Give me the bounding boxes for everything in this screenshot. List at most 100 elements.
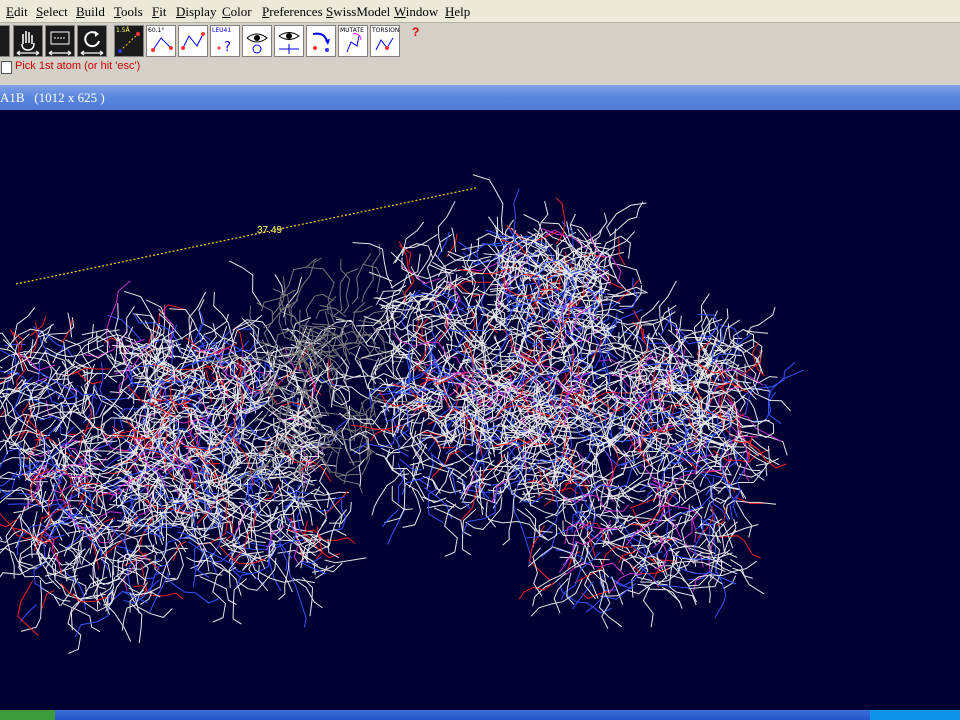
partial-tool-button[interactable]: [0, 25, 10, 57]
superpose-button[interactable]: [306, 25, 336, 57]
status-line: Pick 1st atom (or hit 'esc'): [0, 59, 960, 76]
bond: [280, 257, 322, 311]
bond: [642, 586, 654, 628]
bond: [708, 575, 715, 603]
separator: [0, 76, 960, 85]
menu-help[interactable]: Help: [445, 4, 470, 20]
bond: [162, 446, 210, 459]
bond: [768, 369, 804, 399]
angle-label: 60.1°: [148, 27, 165, 34]
bond: [585, 212, 608, 243]
center-atom-button[interactable]: [274, 25, 304, 57]
bond: [19, 604, 37, 623]
superpose-icon: [312, 32, 330, 52]
translate-button[interactable]: [13, 25, 43, 57]
svg-text:?: ?: [224, 40, 231, 55]
menu-edit[interactable]: Edit: [6, 4, 28, 20]
help-button[interactable]: ?: [412, 25, 426, 39]
bond: [485, 501, 497, 528]
rotate-icon: [80, 31, 104, 56]
bond: [637, 300, 660, 335]
bond: [677, 567, 713, 575]
bond: [288, 563, 307, 628]
bond: [263, 305, 292, 347]
torsion-button[interactable]: TORSION: [370, 25, 400, 57]
bond: [256, 302, 274, 329]
bond: [232, 578, 248, 625]
bond: [659, 280, 677, 332]
bond: [530, 578, 584, 617]
bond: [77, 581, 87, 595]
bond: [391, 485, 413, 511]
bond: [324, 557, 367, 564]
ring: [757, 419, 775, 439]
system-tray: [870, 710, 960, 720]
menu-preferences[interactable]: Preferences: [262, 4, 323, 20]
molecule-viewer[interactable]: 37.49: [0, 110, 960, 710]
bond: [617, 277, 638, 311]
torsion-measure-button[interactable]: [178, 25, 208, 57]
rotate-button[interactable]: [77, 25, 107, 57]
bond: [559, 556, 599, 599]
molecule-canvas[interactable]: 37.49: [0, 110, 960, 710]
bond: [212, 569, 227, 623]
bond: [362, 263, 381, 293]
bond: [513, 188, 520, 249]
bond: [437, 201, 456, 252]
bond: [340, 258, 351, 314]
bond: [149, 575, 169, 613]
bond: [732, 454, 748, 518]
bond: [401, 221, 425, 257]
bond: [106, 590, 132, 642]
center-button[interactable]: [242, 25, 272, 57]
menu-fit[interactable]: Fit: [152, 4, 166, 20]
bond: [591, 313, 633, 360]
distance-button[interactable]: 1.5Å: [114, 25, 144, 57]
bond: [387, 507, 407, 545]
bond: [169, 308, 209, 357]
bond: [325, 450, 333, 474]
bond: [145, 299, 166, 343]
bond: [41, 590, 55, 610]
bond: [513, 500, 532, 565]
mutate-label: MUTATE: [340, 27, 364, 34]
bond: [574, 546, 579, 569]
bond: [263, 535, 285, 543]
bond: [319, 467, 330, 508]
mutate-button[interactable]: MUTATE: [338, 25, 368, 57]
start-button[interactable]: [0, 710, 55, 720]
ring: [87, 335, 109, 359]
ring: [333, 386, 351, 406]
menu-build[interactable]: Build: [76, 4, 105, 20]
bond: [735, 501, 753, 538]
document-icon: [1, 61, 12, 74]
menu-tools[interactable]: Tools: [114, 4, 143, 20]
menu-swissmodel[interactable]: SwissModel: [326, 4, 390, 20]
menu-window[interactable]: Window: [394, 4, 438, 20]
menu-color[interactable]: Color: [222, 4, 252, 20]
bond: [351, 253, 372, 305]
eye-target-icon: [278, 32, 300, 54]
bond: [373, 274, 408, 300]
bond: [131, 603, 143, 643]
bond: [472, 174, 504, 235]
angle-button[interactable]: 60.1°: [146, 25, 176, 57]
torsion-label: TORSION: [372, 27, 400, 34]
bond: [553, 577, 569, 614]
bond: [720, 443, 735, 501]
bond: [751, 342, 765, 377]
menu-select[interactable]: Select: [36, 4, 68, 20]
bond: [95, 362, 104, 416]
bond: [381, 509, 399, 528]
eye-icon: [246, 33, 268, 54]
zoom-button[interactable]: [45, 25, 75, 57]
bond: [426, 504, 455, 509]
bond: [335, 444, 363, 494]
distance-label: 37.49: [257, 225, 282, 236]
label-button[interactable]: LEU41 ?: [210, 25, 240, 57]
bond: [60, 568, 87, 610]
menu-display[interactable]: Display: [176, 4, 216, 20]
viewer-title-bar[interactable]: A1B (1012 x 625 ): [0, 85, 960, 110]
bond: [422, 496, 439, 502]
bond: [452, 281, 491, 289]
